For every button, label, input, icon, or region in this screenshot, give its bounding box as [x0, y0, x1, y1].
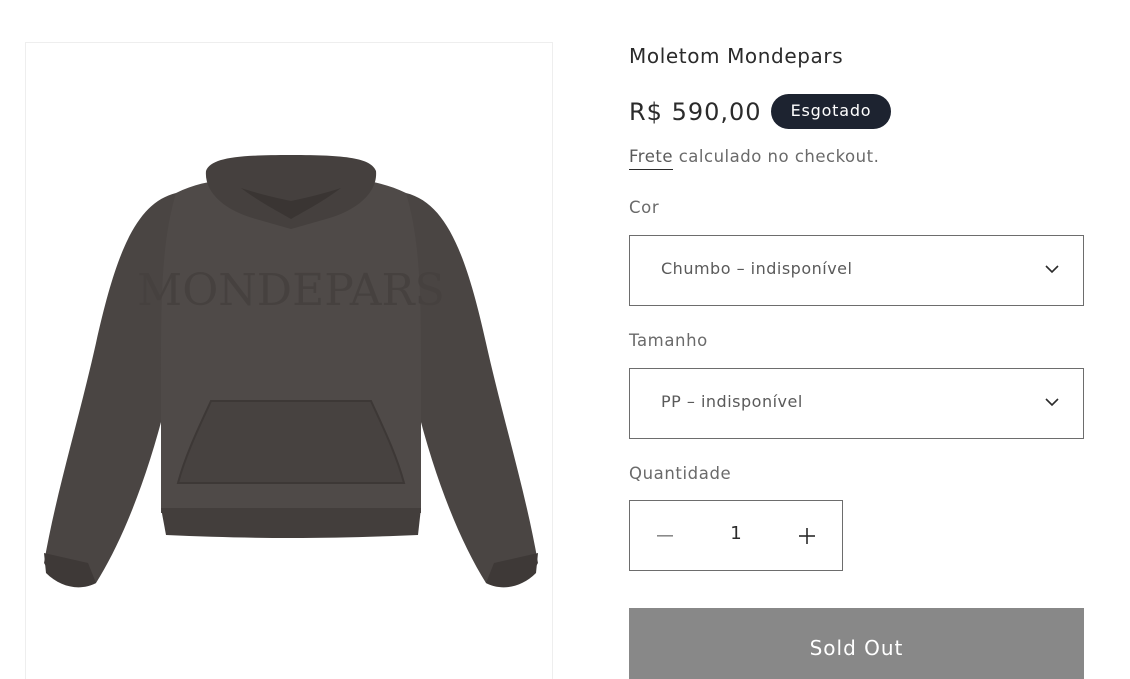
product-title: Moletom Mondepars [629, 44, 844, 68]
quantity-decrease-button[interactable] [630, 501, 700, 570]
sold-out-badge: Esgotado [770, 94, 892, 129]
plus-icon [799, 527, 815, 544]
quantity-stepper: 1 [629, 500, 843, 571]
chevron-down-icon [1045, 398, 1059, 407]
quantity-label: Quantidade [629, 464, 732, 483]
product-page: MONDEPARS Moletom Mondepars R$ 590,00 Es… [0, 0, 1130, 679]
color-label: Cor [629, 198, 660, 217]
shipping-text: calculado no checkout. [672, 147, 880, 166]
quantity-input[interactable]: 1 [700, 523, 772, 544]
hoodie-image: MONDEPARS [44, 155, 538, 588]
product-media[interactable]: MONDEPARS [25, 42, 553, 679]
quantity-increase-button[interactable] [772, 501, 842, 570]
shipping-link[interactable]: Frete [629, 147, 673, 170]
price-row: R$ 590,00 Esgotado [629, 94, 892, 129]
sold-out-button[interactable]: Sold Out [629, 608, 1084, 679]
size-select[interactable]: PP – indisponível [629, 368, 1084, 439]
size-label: Tamanho [629, 331, 708, 350]
chevron-down-icon [1045, 265, 1059, 274]
minus-icon [657, 534, 673, 537]
size-select-value: PP – indisponível [661, 392, 803, 411]
product-price: R$ 590,00 [629, 97, 762, 126]
svg-text:MONDEPARS: MONDEPARS [137, 265, 445, 316]
shipping-note: Frete calculado no checkout. [629, 147, 880, 170]
color-select-value: Chumbo – indisponível [661, 259, 853, 278]
color-select[interactable]: Chumbo – indisponível [629, 235, 1084, 306]
